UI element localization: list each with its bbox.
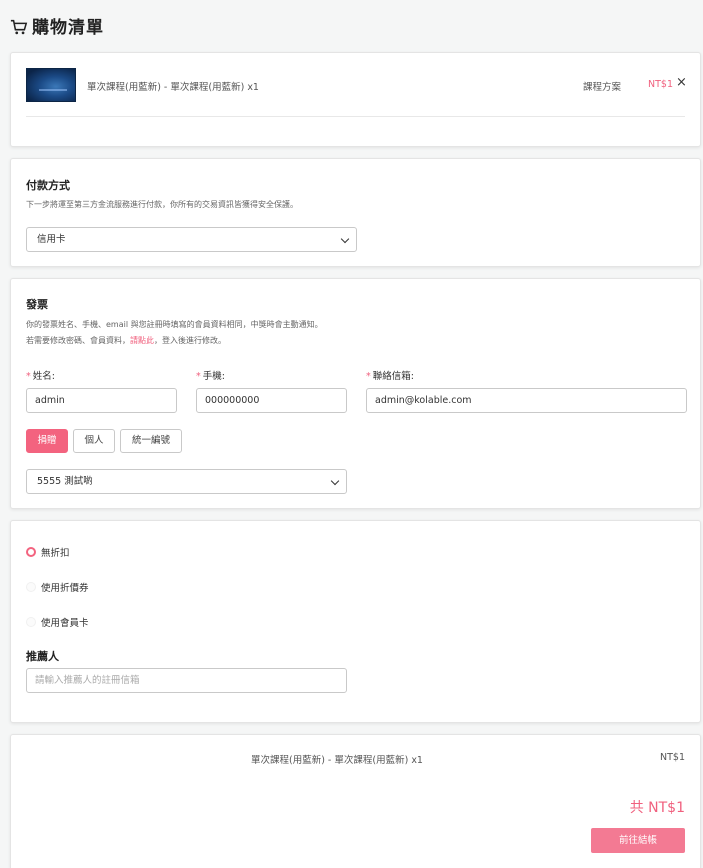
invoice-hint-line1: 你的發票姓名、手機、email 與您註冊時填寫的會員資料相同，中獎時會主動通知。 xyxy=(26,320,323,329)
cart-card: 單次課程(用藍新) - 單次課程(用藍新) x1 課程方案 NT$1 × xyxy=(10,52,701,147)
name-input[interactable]: admin xyxy=(26,388,177,413)
required-mark: * xyxy=(196,371,201,382)
payment-method-select[interactable]: 信用卡 xyxy=(26,227,357,252)
invoice-title: 發票 xyxy=(26,298,48,311)
referrer-title: 推薦人 xyxy=(26,650,59,663)
donation-target-value: 5555 測試喲 xyxy=(37,476,93,487)
tax-id-button[interactable]: 統一編號 xyxy=(120,429,182,453)
donate-button[interactable]: 捐贈 xyxy=(26,429,68,453)
email-input[interactable]: admin@kolable.com xyxy=(366,388,687,413)
cart-item-name: 單次課程(用藍新) - 單次課程(用藍新) x1 xyxy=(87,82,259,93)
hint-text: ，登入後進行修改。 xyxy=(154,336,226,345)
discount-option-none[interactable]: 無折扣 xyxy=(26,545,70,559)
cart-item-price: NT$1 xyxy=(648,79,673,90)
page-title: 購物清單 xyxy=(10,13,104,38)
order-summary-card: 單次課程(用藍新) - 單次課程(用藍新) x1 NT$1 共 NT$1 前往結… xyxy=(10,734,701,868)
email-label-text: 聯絡信箱: xyxy=(372,371,414,382)
payment-method-value: 信用卡 xyxy=(37,234,66,245)
radio-selected-icon xyxy=(26,547,36,557)
hint-text: 若需要修改密碼、會員資料， xyxy=(26,336,130,345)
order-total: 共 NT$1 xyxy=(629,800,685,816)
payment-title: 付款方式 xyxy=(26,179,70,192)
remove-item-button[interactable]: × xyxy=(676,75,687,90)
discount-card: 無折扣 使用折價券 使用會員卡 推薦人 請輸入推薦人的註冊信箱 xyxy=(10,520,701,723)
discount-option-member-card[interactable]: 使用會員卡 xyxy=(26,615,89,629)
course-thumbnail xyxy=(26,68,76,102)
cart-item-plan: 課程方案 xyxy=(583,82,622,93)
payment-hint: 下一步將運至第三方金流服務進行付款，你所有的交易資訊皆獲得安全保護。 xyxy=(26,200,298,209)
discount-option-label: 無折扣 xyxy=(41,548,70,559)
chevron-down-icon xyxy=(340,234,350,244)
radio-icon xyxy=(26,617,36,627)
discount-option-coupon[interactable]: 使用折價券 xyxy=(26,580,89,594)
required-mark: * xyxy=(366,371,371,382)
phone-label-text: 手機: xyxy=(202,371,225,382)
discount-option-label: 使用折價券 xyxy=(41,583,89,594)
email-label: * 聯絡信箱: xyxy=(366,368,414,382)
personal-button[interactable]: 個人 xyxy=(73,429,115,453)
name-label: * 姓名: xyxy=(26,368,55,382)
chevron-down-icon xyxy=(330,476,340,486)
referrer-email-input[interactable]: 請輸入推薦人的註冊信箱 xyxy=(26,668,347,693)
invoice-hint-line2: 若需要修改密碼、會員資料，請點此，登入後進行修改。 xyxy=(26,335,226,346)
donation-target-select[interactable]: 5555 測試喲 xyxy=(26,469,347,494)
invoice-card: 發票 你的發票姓名、手機、email 與您註冊時填寫的會員資料相同，中獎時會主動… xyxy=(10,278,701,509)
radio-icon xyxy=(26,582,36,592)
payment-card: 付款方式 下一步將運至第三方金流服務進行付款，你所有的交易資訊皆獲得安全保護。 … xyxy=(10,158,701,267)
discount-option-label: 使用會員卡 xyxy=(41,618,89,629)
phone-input[interactable]: 000000000 xyxy=(196,388,347,413)
phone-label: * 手機: xyxy=(196,368,225,382)
page-title-text: 購物清單 xyxy=(32,18,104,38)
summary-item-price: NT$1 xyxy=(660,752,685,763)
divider xyxy=(26,116,685,117)
checkout-button[interactable]: 前往結帳 xyxy=(591,828,685,853)
summary-item-name: 單次課程(用藍新) - 單次課程(用藍新) x1 xyxy=(251,755,423,766)
name-label-text: 姓名: xyxy=(32,371,55,382)
shopping-cart-icon xyxy=(10,19,28,35)
required-mark: * xyxy=(26,371,31,382)
edit-profile-link[interactable]: 請點此 xyxy=(130,336,154,345)
